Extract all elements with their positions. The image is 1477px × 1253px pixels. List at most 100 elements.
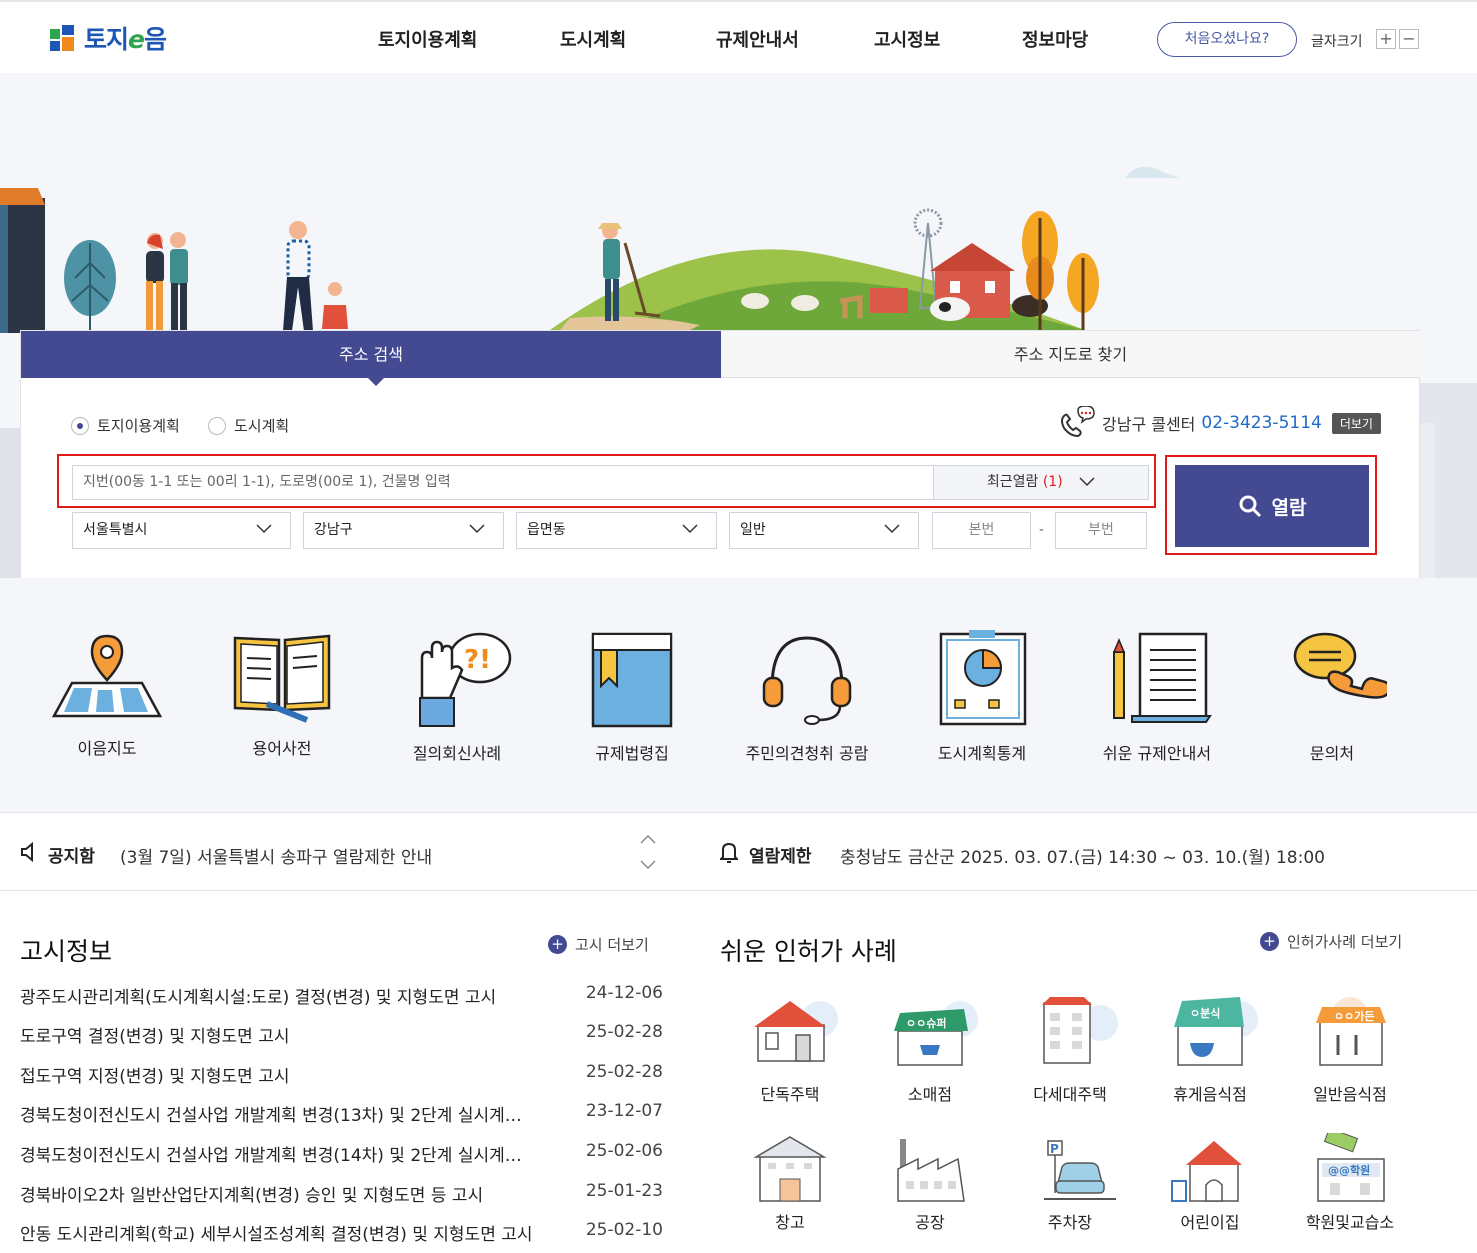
chevron-down-icon[interactable]	[640, 860, 656, 870]
search-icon	[1239, 495, 1261, 518]
number-separator: -	[1039, 522, 1045, 538]
quick-urban-statistics[interactable]: 도시계획통계	[897, 628, 1067, 764]
gosi-item[interactable]: 안동 도시관리계획(학교) 세부시설조성계획 결정(변경) 및 지형도면 고시 2…	[20, 1220, 663, 1246]
address-search-panel: 주소 검색 주소 지도로 찾기 토지이용계획 도시계획 강남구 콜센터 02-3…	[20, 330, 1420, 578]
select-sido-value: 서울특별시	[83, 522, 148, 538]
notice-text[interactable]: (3월 7일) 서울특별시 송파구 열람제한 안내	[120, 843, 432, 868]
gosi-section-title: 고시정보	[20, 937, 113, 966]
gosi-item-date: 25-02-28	[585, 1062, 663, 1082]
document-pencil-icon	[1112, 632, 1212, 723]
case-multi-family-house[interactable]: 다세대주택	[1000, 995, 1140, 1105]
factory-icon	[897, 1139, 965, 1202]
search-button-label: 열람	[1271, 496, 1307, 519]
parking-car-icon: P	[1044, 1140, 1116, 1200]
chevron-down-icon	[1079, 477, 1095, 487]
chevron-down-icon	[884, 524, 900, 534]
radio-label: 토지이용계획	[97, 417, 180, 435]
address-search-input[interactable]: 지번(00동 1-1 또는 00리 1-1), 도로명(00로 1), 건물명 …	[72, 465, 934, 500]
recent-count: (1)	[1042, 474, 1063, 490]
apartment-icon	[1042, 997, 1118, 1064]
house-icon	[754, 1001, 838, 1062]
sub-number-input[interactable]: 부번	[1055, 512, 1147, 549]
site-logo[interactable]: 토지e음	[48, 22, 167, 54]
case-parking-lot[interactable]: P 주차장	[1000, 1133, 1140, 1233]
gosi-item[interactable]: 경북도청이전신도시 건설사업 개발계획 변경(14차) 및 2단계 실시계획 변…	[20, 1141, 663, 1167]
headset-icon	[762, 636, 852, 725]
select-land-type[interactable]: 일반	[729, 512, 919, 549]
gosi-item[interactable]: 경북바이오2차 일반산업단지계획(변경) 승인 및 지형도면 등 고시 25-01…	[20, 1181, 663, 1207]
quick-label: 쉬운 규제안내서	[1102, 744, 1212, 763]
cases-more-link[interactable]: + 인허가사례 더보기	[1260, 931, 1402, 952]
font-increase-button[interactable]: +	[1376, 29, 1396, 49]
raised-hand-question-icon: ?!	[419, 632, 512, 727]
gosi-item-title: 경북바이오2차 일반산업단지계획(변경) 승인 및 지형도면 등 고시	[20, 1186, 484, 1206]
quick-label: 주민의견청취 공람	[745, 744, 869, 763]
case-detached-house[interactable]: 단독주택	[720, 995, 860, 1105]
quick-regulation-laws[interactable]: 규제법령집	[547, 628, 717, 764]
main-number-input[interactable]: 본번	[932, 512, 1031, 549]
nav-urban-plan[interactable]: 도시계획	[560, 26, 626, 52]
quick-ieum-map[interactable]: 이음지도	[22, 628, 192, 759]
select-eupmyeondong[interactable]: 읍면동	[516, 512, 717, 549]
quick-contact[interactable]: 문의처	[1247, 628, 1417, 764]
case-snack-restaurant[interactable]: ㅇ분식 휴게음식점	[1140, 995, 1280, 1105]
quick-qna-cases[interactable]: ?! 질의회신사례	[372, 628, 542, 764]
nav-regulation-guide[interactable]: 규제안내서	[716, 26, 799, 52]
nav-info-yard[interactable]: 정보마당	[1022, 26, 1088, 52]
daycare-icon	[1171, 1141, 1242, 1202]
quick-glossary[interactable]: 용어사전	[197, 628, 367, 759]
svg-text:@@학원: @@학원	[1328, 1163, 1370, 1177]
chevron-down-icon	[469, 524, 485, 534]
tab-map-search[interactable]: 주소 지도로 찾기	[721, 331, 1420, 378]
gosi-item-date: 25-01-23	[585, 1181, 663, 1201]
svg-text:ㅇㅇ슈퍼: ㅇㅇ슈퍼	[906, 1016, 946, 1030]
radio-checked-icon	[71, 416, 89, 435]
phone-chat-icon	[1061, 406, 1095, 438]
call-center-number[interactable]: 02-3423-5114	[1201, 413, 1321, 433]
quick-easy-regulation-guide[interactable]: 쉬운 규제안내서	[1072, 628, 1242, 764]
quick-public-hearing[interactable]: 주민의견청취 공람	[722, 628, 892, 764]
nav-public-notice[interactable]: 고시정보	[874, 26, 940, 52]
case-label: 다세대주택	[1033, 1085, 1107, 1104]
restrict-text[interactable]: 충청남도 금산군 2025. 03. 07.(금) 14:30 ~ 03. 10…	[840, 843, 1325, 868]
nav-land-use-plan[interactable]: 토지이용계획	[378, 26, 477, 52]
chevron-up-icon[interactable]	[640, 834, 656, 844]
quick-menu: 이음지도 용어사전 ?! 질의회신사례 규제법령집 주민의견청취 공람 도시계획…	[0, 578, 1477, 813]
search-submit-button[interactable]: 열람	[1175, 465, 1369, 547]
first-visit-button[interactable]: 처음오셨나요?	[1157, 22, 1297, 57]
gosi-item[interactable]: 접도구역 지정(변경) 및 지형도면 고시 25-02-28	[20, 1062, 663, 1088]
case-academy[interactable]: @@학원 학원및교습소	[1280, 1133, 1420, 1233]
gosi-item-title: 경북도청이전신도시 건설사업 개발계획 변경(14차) 및 2단계 실시계획 변…	[20, 1146, 535, 1166]
gosi-more-link[interactable]: + 고시 더보기	[548, 934, 649, 955]
case-label: 창고	[775, 1213, 805, 1232]
case-daycare[interactable]: 어린이집	[1140, 1133, 1280, 1233]
call-center-more-button[interactable]: 더보기	[1331, 412, 1381, 434]
case-warehouse[interactable]: 창고	[720, 1133, 860, 1233]
case-label: 어린이집	[1180, 1213, 1240, 1232]
phone-speech-icon	[1293, 632, 1387, 699]
case-label: 단독주택	[760, 1085, 820, 1104]
case-factory[interactable]: 공장	[860, 1133, 1000, 1233]
font-decrease-button[interactable]: −	[1399, 29, 1419, 49]
select-sido[interactable]: 서울특별시	[72, 512, 291, 549]
gosi-item-title: 접도구역 지정(변경) 및 지형도면 고시	[20, 1067, 290, 1087]
radio-land-use-plan[interactable]: 토지이용계획	[71, 415, 180, 436]
case-retail-store[interactable]: ㅇㅇ슈퍼 소매점	[860, 995, 1000, 1105]
quick-label: 규제법령집	[595, 744, 669, 763]
tab-address-search[interactable]: 주소 검색	[21, 331, 721, 386]
svg-text:ㅇㅇ가든: ㅇㅇ가든	[1334, 1009, 1374, 1023]
case-label: 일반음식점	[1313, 1085, 1387, 1104]
gosi-item[interactable]: 광주도시관리계획(도시계획시설:도로) 결정(변경) 및 지형도면 고시 24-1…	[20, 983, 663, 1009]
case-label: 주차장	[1047, 1213, 1093, 1232]
gosi-item[interactable]: 도로구역 결정(변경) 및 지형도면 고시 25-02-28	[20, 1022, 663, 1048]
select-sigungu[interactable]: 강남구	[303, 512, 504, 549]
gosi-item[interactable]: 경북도청이전신도시 건설사업 개발계획 변경(13차) 및 2단계 실시계획 변…	[20, 1101, 663, 1127]
quick-label: 질의회신사례	[412, 744, 502, 763]
recent-view-dropdown[interactable]: 최근열람 (1)	[933, 465, 1149, 500]
speaker-icon	[21, 842, 33, 862]
radio-urban-plan[interactable]: 도시계획	[208, 415, 289, 436]
warehouse-icon	[753, 1136, 827, 1202]
case-general-restaurant[interactable]: ㅇㅇ가든 일반음식점	[1280, 995, 1420, 1105]
quick-label: 도시계획통계	[937, 744, 1027, 763]
case-label: 휴게음식점	[1173, 1085, 1247, 1104]
